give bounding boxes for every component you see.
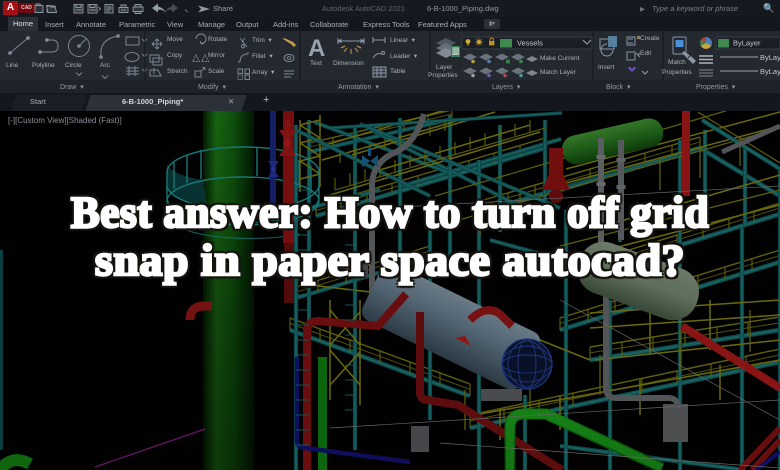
svg-text:Vessels: Vessels	[517, 39, 543, 48]
svg-text:ByLay: ByLay	[760, 67, 780, 76]
svg-text:ByLay: ByLay	[760, 53, 780, 62]
svg-text:A: A	[308, 35, 325, 62]
svg-text:ByLayer: ByLayer	[733, 39, 761, 48]
